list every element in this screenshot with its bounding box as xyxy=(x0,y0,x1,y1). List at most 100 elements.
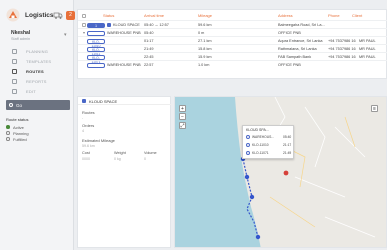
table-row[interactable]: WAREHOUSE PNB 22:57 1.0 km OFFICE PNB xyxy=(78,60,387,68)
weight-value: 0 kg xyxy=(114,157,121,161)
stop-marker-icon xyxy=(246,151,250,155)
arrival-time: 22:45 xyxy=(144,55,154,59)
sidebar: Logistics 2 Nkeshal Staff admin ▾ PLANNI… xyxy=(0,0,75,250)
radio-selected[interactable] xyxy=(6,125,10,129)
brand: Logistics 2 xyxy=(6,8,75,24)
popup-stop-name: WAREHOUS... xyxy=(252,135,275,139)
order-id-badge: KLO-11011 xyxy=(87,46,105,56)
column-header-status[interactable]: Status xyxy=(103,13,114,18)
stop-name: WAREHOUSE PNB xyxy=(107,31,141,35)
brand-name: Logistics xyxy=(25,12,54,19)
address: FAB Sampath Bank xyxy=(278,55,312,59)
radio[interactable] xyxy=(6,137,10,141)
routes-label: Routes xyxy=(82,110,95,115)
client: MR PAUL xyxy=(359,55,376,59)
sidebar-nav: PLANNING TEMPLATES ROUTES REPORTS EDIT xyxy=(0,46,74,96)
fullscreen-icon[interactable]: ⤢ xyxy=(179,122,186,129)
user-menu[interactable]: Nkeshal Staff admin ▾ xyxy=(6,28,72,46)
map-canvas[interactable] xyxy=(175,97,387,248)
popup-title: KLOUD SPA... xyxy=(246,128,269,132)
chevron-down-icon[interactable]: ▾ xyxy=(83,30,85,35)
sidebar-item-label: PLANNING xyxy=(26,49,49,54)
arrival-time: 05:40 xyxy=(144,31,154,35)
popup-row: WAREHOUS... 05:40 xyxy=(243,134,295,141)
cloud-icon xyxy=(107,22,111,27)
column-header-client[interactable]: Client xyxy=(352,13,362,18)
status-filter-title: Route status xyxy=(6,117,29,122)
routes-value: - xyxy=(82,116,84,120)
chevron-down-icon: ▾ xyxy=(64,32,67,38)
address: OFFICE PNB xyxy=(278,63,301,67)
table-header: Status Arrival time Mileage Address Phon… xyxy=(78,12,387,20)
popup-row: KLO-11010 21:17 xyxy=(243,142,295,149)
sidebar-item-templates[interactable]: TEMPLATES xyxy=(0,56,74,66)
status-option-label: Active xyxy=(13,124,24,130)
phone: +94 7537986 16 xyxy=(328,47,356,51)
zoom-out-button[interactable]: − xyxy=(179,113,186,120)
column-header-phone[interactable]: Phone xyxy=(328,13,340,18)
table-row[interactable]: KLO-11011 21:49 15.8 km Rathmalana, Sri … xyxy=(78,44,387,56)
routes-table: Status Arrival time Mileage Address Phon… xyxy=(77,9,387,79)
user-role: Staff admin xyxy=(11,37,31,41)
address: Balmeegaha Road, Sri La... xyxy=(278,23,325,27)
mileage-label: Estimated Mileage xyxy=(82,138,115,143)
sidebar-item-label: TEMPLATES xyxy=(26,59,52,64)
sidebar-search-button[interactable]: Go xyxy=(6,100,70,110)
route-map[interactable]: + − ⤢ ≡ KLOUD SPA... WAREHOUS... 05:40 K… xyxy=(174,96,387,248)
stop-name: WAREHOUSE PNB xyxy=(107,63,141,67)
layers-icon[interactable]: ≡ xyxy=(371,105,378,112)
popup-stop-name: KLO-11071 xyxy=(252,151,269,155)
address: Aqura Entrance, Sri Lanka xyxy=(278,39,323,43)
logo-icon xyxy=(6,8,20,22)
table-row[interactable]: ▾ WAREHOUSE PNB 05:40 0 m OFFICE PNB xyxy=(78,28,387,36)
zoom-in-button[interactable]: + xyxy=(179,105,186,112)
column-header-mileage[interactable]: Mileage xyxy=(198,13,212,18)
radio[interactable] xyxy=(6,131,10,135)
volume-label: Volume xyxy=(144,151,157,155)
client: MR PAUL xyxy=(359,39,376,43)
mileage: 27.1 km xyxy=(198,39,212,43)
detail-header: KLOUD SPACE xyxy=(78,97,172,105)
phone: +94 7537986 16 xyxy=(328,39,356,43)
mileage: 15.9 km xyxy=(198,55,212,59)
arrival-time: 05:40 → 12:57 xyxy=(144,23,169,27)
sidebar-item-reports[interactable]: REPORTS xyxy=(0,76,74,86)
sidebar-item-planning[interactable]: PLANNING xyxy=(0,46,74,56)
volume-value: 0 xyxy=(144,157,146,161)
client: MR PAUL xyxy=(359,47,376,51)
table-row[interactable]: 1 KLOUD SPACE 05:40 → 12:57 59.6 km Balm… xyxy=(78,20,387,28)
templates-icon xyxy=(12,59,17,64)
route-detail-panel: KLOUD SPACE Routes - Orders 4 Estimated … xyxy=(77,96,172,248)
table-row[interactable]: KLO-11071 22:45 15.9 km FAB Sampath Bank… xyxy=(78,52,387,64)
sidebar-item-label: EDIT xyxy=(26,89,36,94)
column-header-arrival[interactable]: Arrival time xyxy=(144,13,164,18)
orders-label: Orders xyxy=(82,123,95,128)
route-status-filter: Route status Active Planning Fulfilled xyxy=(6,117,29,142)
arrival-time: 01:17 xyxy=(144,39,154,43)
popup-stop-time: 05:40 xyxy=(283,135,292,139)
user-name: Nkeshal xyxy=(11,30,31,36)
popup-stop-time: 21:49 xyxy=(283,151,292,155)
order-id-badge: KLO-11010 xyxy=(87,38,105,48)
sidebar-item-routes[interactable]: ROUTES xyxy=(0,66,74,76)
detail-title: KLOUD SPACE xyxy=(89,99,118,104)
address: Rathmalana, Sri Lanka xyxy=(278,47,317,51)
table-row[interactable]: KLO-11010 01:17 27.1 km Aqura Entrance, … xyxy=(78,36,387,48)
sidebar-search-label: Go xyxy=(16,102,23,108)
weight-label: Weight xyxy=(114,151,126,155)
address: OFFICE PNB xyxy=(278,31,301,35)
row-checkbox[interactable] xyxy=(82,23,86,27)
planning-icon xyxy=(12,49,17,54)
stop-badge xyxy=(87,30,105,36)
sidebar-item-label: REPORTS xyxy=(26,79,47,84)
mileage: 59.6 km xyxy=(198,23,212,27)
truck-icon[interactable] xyxy=(53,10,63,20)
stop-marker-icon xyxy=(246,143,250,147)
sidebar-item-edit[interactable]: EDIT xyxy=(0,86,74,96)
cost-label: Cost xyxy=(82,151,90,155)
route-id-badge: 1 xyxy=(87,22,105,28)
notification-badge[interactable]: 2 xyxy=(66,11,75,20)
select-all-checkbox[interactable] xyxy=(82,14,86,18)
column-header-address[interactable]: Address xyxy=(278,13,293,18)
status-option-fulfilled[interactable]: Fulfilled xyxy=(6,136,28,142)
